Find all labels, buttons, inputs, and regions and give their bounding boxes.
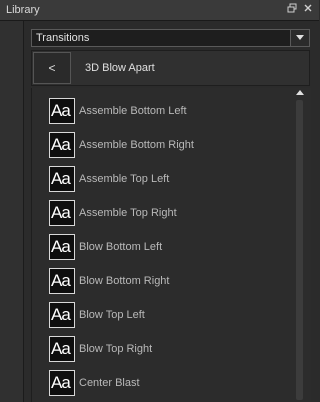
titlebar-buttons — [287, 3, 313, 15]
transition-thumbnail: Aa — [49, 132, 75, 158]
list-item-label: Assemble Top Left — [79, 173, 170, 185]
panel-titlebar: Library — [0, 0, 319, 21]
list-item-label: Assemble Bottom Right — [79, 139, 194, 151]
list-item[interactable]: Aa Blow Top Left — [49, 302, 289, 332]
transition-thumbnail: Aa — [49, 302, 75, 328]
thumbnail-text: Aa — [51, 101, 71, 120]
category-dropdown[interactable]: Transitions — [31, 29, 310, 47]
list-item[interactable]: Aa Blow Bottom Right — [49, 268, 289, 298]
thumbnail-text: Aa — [51, 271, 71, 290]
transition-thumbnail: Aa — [49, 268, 75, 294]
list-item[interactable]: Aa Assemble Bottom Left — [49, 98, 289, 128]
list-scrollbar[interactable] — [294, 88, 306, 402]
thumbnail-text: Aa — [51, 237, 71, 256]
breadcrumb-bar: < 3D Blow Apart — [31, 50, 310, 86]
list-item-label: Blow Bottom Left — [79, 241, 163, 253]
chevron-down-icon — [296, 35, 304, 40]
list-item[interactable]: Aa Blow Top Right — [49, 336, 289, 366]
category-dropdown-value: Transitions — [36, 32, 90, 44]
list-item[interactable]: Aa Assemble Bottom Right — [49, 132, 289, 162]
left-dock-strip — [0, 21, 24, 402]
panel-title: Library — [6, 4, 40, 16]
transition-list: Aa Assemble Bottom Left Aa Assemble Bott… — [32, 88, 292, 402]
list-item[interactable]: Aa Blow Bottom Left — [49, 234, 289, 264]
list-item-label: Blow Bottom Right — [79, 275, 170, 287]
transition-thumbnail: Aa — [49, 200, 75, 226]
list-item-label: Assemble Top Right — [79, 207, 177, 219]
thumbnail-text: Aa — [51, 203, 71, 222]
breadcrumb: 3D Blow Apart — [85, 62, 155, 74]
thumbnail-text: Aa — [51, 135, 71, 154]
list-item-label: Center Blast — [79, 377, 140, 389]
scroll-up-icon[interactable] — [296, 90, 304, 96]
list-item-label: Blow Top Right — [79, 343, 153, 355]
thumbnail-text: Aa — [51, 373, 71, 392]
restore-icon[interactable] — [287, 3, 297, 15]
back-button[interactable]: < — [33, 52, 71, 84]
list-item[interactable]: Aa Assemble Top Right — [49, 200, 289, 230]
close-icon[interactable] — [303, 3, 313, 15]
transition-thumbnail: Aa — [49, 166, 75, 192]
transition-list-panel: Aa Assemble Bottom Left Aa Assemble Bott… — [31, 88, 311, 402]
transition-thumbnail: Aa — [49, 98, 75, 124]
thumbnail-text: Aa — [51, 169, 71, 188]
list-item[interactable]: Aa Center Blast — [49, 370, 289, 400]
transition-thumbnail: Aa — [49, 370, 75, 396]
thumbnail-text: Aa — [51, 305, 71, 324]
transition-thumbnail: Aa — [49, 234, 75, 260]
list-item-label: Assemble Bottom Left — [79, 105, 187, 117]
transition-thumbnail: Aa — [49, 336, 75, 362]
thumbnail-text: Aa — [51, 339, 71, 358]
scrollbar-thumb[interactable] — [296, 100, 303, 400]
dropdown-arrow-button[interactable] — [290, 30, 309, 46]
list-item-label: Blow Top Left — [79, 309, 145, 321]
list-item[interactable]: Aa Assemble Top Left — [49, 166, 289, 196]
